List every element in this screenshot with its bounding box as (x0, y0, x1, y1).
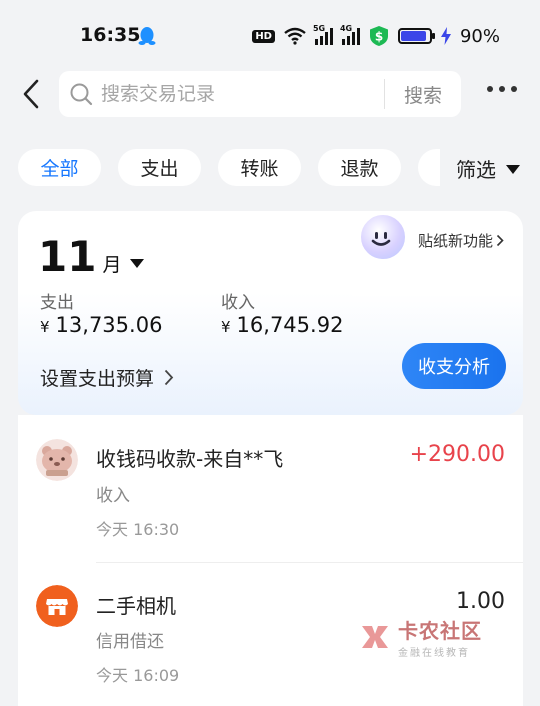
battery-icon (397, 28, 435, 44)
income-currency: ¥ (221, 318, 231, 336)
signal-5g-label: 5G (312, 24, 326, 33)
wifi-icon (284, 27, 306, 45)
chevron-right-icon (496, 234, 504, 247)
sticker-feature-label: 贴纸新功能 (418, 232, 494, 250)
month-unit: 月 (102, 254, 122, 276)
income-label: 收入 (221, 293, 255, 313)
transaction-category: 收入 (96, 486, 130, 506)
budget-label: 设置支出预算 (40, 368, 155, 390)
status-indicators: HD 5G 4G $ 90% (252, 24, 500, 48)
expense-currency: ¥ (40, 318, 50, 336)
income-value: 16,745.92 (236, 313, 344, 337)
expense-total: ¥ 13,735.06 (40, 313, 162, 337)
bear-avatar-icon (36, 439, 78, 481)
set-budget-link[interactable]: 设置支出预算 (40, 364, 174, 391)
chip-expense[interactable]: 支出 (118, 149, 201, 186)
smiley-face-icon (371, 232, 391, 246)
caret-down-icon (130, 259, 145, 268)
more-options-button[interactable] (487, 86, 517, 92)
more-dot-icon (487, 86, 493, 92)
hd-voice-badge: HD (252, 29, 275, 43)
status-bar: 16:35 HD 5G 4G $ 90% (0, 0, 540, 70)
sticker-mascot-icon[interactable] (359, 213, 407, 261)
expense-label: 支出 (40, 293, 74, 313)
security-shield-icon: $ (369, 26, 388, 46)
transaction-time: 今天 16:09 (96, 666, 180, 685)
expense-value: 13,735.06 (55, 313, 163, 337)
kanong-watermark: 卡农社区 金融在线教育 (358, 615, 482, 659)
search-divider (384, 79, 385, 109)
search-bar[interactable]: 搜索 (59, 71, 461, 117)
chip-refund[interactable]: 退款 (318, 149, 401, 186)
battery-percent: 90% (459, 25, 500, 47)
shop-icon (36, 585, 78, 627)
search-icon (70, 83, 93, 106)
month-number: 11 (38, 232, 97, 281)
search-button[interactable]: 搜索 (393, 81, 453, 108)
filter-label: 筛选 (456, 157, 496, 182)
income-total: ¥ 16,745.92 (221, 313, 343, 337)
caret-down-icon (506, 165, 520, 174)
svg-text:$: $ (375, 30, 383, 44)
kanong-logo-icon (362, 626, 388, 648)
watermark-title: 卡农社区 (398, 619, 482, 643)
transaction-list: 收钱码收款-来自**飞 +290.00 收入 今天 16:30 二手相机 1.0… (18, 415, 523, 706)
back-button[interactable] (14, 76, 48, 112)
signal-4g-label: 4G (339, 24, 353, 33)
status-time: 16:35 (80, 24, 141, 46)
filter-chip-row: 全部 支出 转账 退款 订单 (18, 149, 440, 187)
transaction-time: 今天 16:30 (96, 520, 180, 539)
transaction-title: 收钱码收款-来自**飞 (96, 447, 284, 471)
charging-bolt-icon (440, 27, 451, 45)
chevron-left-icon (23, 79, 39, 109)
transaction-amount: 1.00 (456, 589, 505, 614)
income-expense-analysis-button[interactable]: 收支分析 (402, 343, 506, 389)
search-input[interactable] (101, 81, 421, 107)
watermark-subtitle: 金融在线教育 (398, 648, 470, 659)
transaction-amount: +290.00 (409, 442, 505, 467)
signal-5g-icon: 5G (312, 24, 333, 45)
chip-all[interactable]: 全部 (18, 149, 101, 186)
chip-order[interactable]: 订单 (418, 149, 440, 186)
sticker-feature-link[interactable]: 贴纸新功能 (418, 230, 504, 251)
filter-button[interactable]: 筛选 (440, 149, 540, 187)
qq-penguin-icon (138, 27, 156, 45)
month-selector[interactable]: 11 月 (38, 232, 145, 281)
more-dot-icon (499, 86, 505, 92)
battery-fill (400, 31, 426, 41)
transaction-category: 信用借还 (96, 632, 164, 652)
more-dot-icon (511, 86, 517, 92)
signal-4g-icon: 4G (339, 24, 360, 45)
transaction-row[interactable]: 收钱码收款-来自**飞 +290.00 收入 今天 16:30 (18, 415, 523, 563)
transaction-title: 二手相机 (96, 594, 176, 618)
chevron-right-icon (164, 369, 174, 386)
chip-transfer[interactable]: 转账 (218, 149, 301, 186)
